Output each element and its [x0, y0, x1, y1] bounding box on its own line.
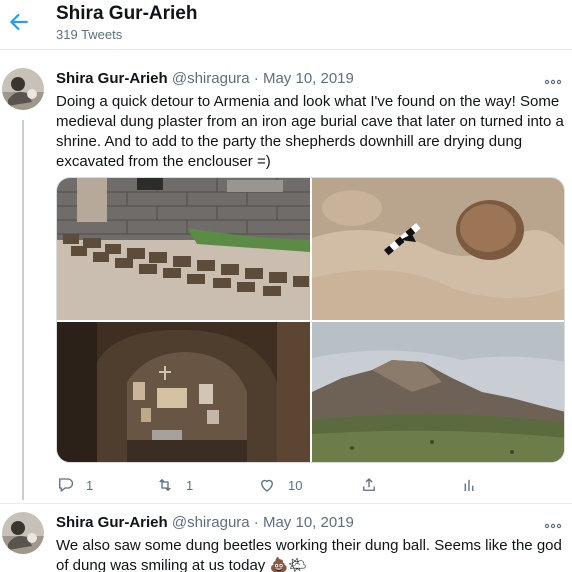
author-name[interactable]: Shira Gur-Arieh: [56, 70, 168, 87]
photo-cave-shrine[interactable]: [57, 322, 310, 462]
like-count: 10: [288, 477, 303, 493]
more-icon[interactable]: [544, 74, 562, 85]
like-button[interactable]: 10: [258, 474, 302, 496]
photo-dung-bricks[interactable]: [57, 178, 310, 320]
retweet-icon: [159, 479, 171, 491]
retweet-button[interactable]: 1: [156, 474, 193, 496]
author-handle[interactable]: @shiragura: [172, 70, 250, 87]
tweet-date[interactable]: May 10, 2019: [263, 70, 354, 87]
tweet[interactable]: Shira Gur-Arieh @shiragura · May 10, 201…: [0, 0, 572, 504]
avatar[interactable]: [2, 68, 44, 110]
separator-dot: ·: [253, 70, 259, 87]
media-grid: [56, 177, 565, 463]
retweet-count: 1: [186, 477, 194, 493]
reply-button[interactable]: 1: [56, 474, 93, 496]
avatar[interactable]: [2, 512, 44, 554]
reply-icon: [59, 478, 74, 492]
tweet-actions: 1 1 10: [56, 474, 496, 496]
photo-dung-plaster[interactable]: [312, 178, 564, 320]
tweet-header: Shira Gur-Arieh @shiragura · May 10, 201…: [56, 70, 354, 87]
tweet[interactable]: Shira Gur-Arieh @shiragura · May 10, 201…: [0, 504, 572, 572]
share-button[interactable]: [360, 474, 378, 496]
tweet-date[interactable]: May 10, 2019: [263, 514, 354, 531]
photo-mountain[interactable]: [312, 322, 564, 462]
analytics-icon: [464, 479, 474, 491]
author-name[interactable]: Shira Gur-Arieh: [56, 514, 168, 531]
tweet-text: We also saw some dung beetles working th…: [56, 537, 562, 572]
tweet-header: Shira Gur-Arieh @shiragura · May 10, 201…: [56, 514, 354, 531]
more-icon[interactable]: [544, 518, 562, 529]
like-icon: [261, 479, 273, 492]
separator-dot: ·: [253, 514, 259, 531]
tweet-text: Doing a quick detour to Armenia and look…: [56, 93, 564, 170]
author-handle[interactable]: @shiragura: [172, 514, 250, 531]
analytics-button[interactable]: [460, 474, 478, 496]
share-icon: [363, 478, 375, 491]
reply-count: 1: [86, 477, 94, 493]
thread-line: [22, 120, 24, 500]
